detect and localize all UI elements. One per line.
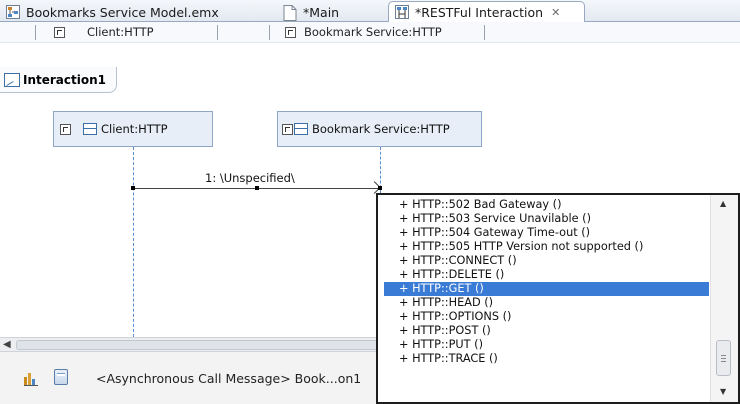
lifeline-header-label: Client:HTTP bbox=[87, 25, 154, 39]
model-icon bbox=[6, 5, 20, 19]
tab-label: *Main bbox=[303, 4, 340, 20]
public-visibility-icon: + bbox=[399, 254, 413, 267]
proposal-item[interactable]: + HTTP::TRACE () bbox=[384, 352, 709, 366]
proposal-item[interactable]: + HTTP::DELETE () bbox=[384, 268, 709, 282]
proposal-item[interactable]: + HTTP::503 Service Unavilable () bbox=[384, 212, 709, 226]
proposal-label: HTTP::HEAD () bbox=[412, 296, 494, 309]
tab-restful-interaction[interactable]: *RESTFul Interaction ✕ bbox=[388, 1, 586, 22]
grip-icon bbox=[721, 355, 726, 362]
public-visibility-icon: + bbox=[399, 352, 413, 365]
vertical-scrollbar[interactable]: ▲ ▼ bbox=[710, 195, 738, 402]
public-visibility-icon: + bbox=[399, 226, 413, 239]
selection-handle[interactable] bbox=[378, 186, 382, 190]
proposal-label: HTTP::505 HTTP Version not supported () bbox=[412, 240, 644, 253]
class-icon bbox=[83, 123, 97, 135]
editor-tab-bar: Bookmarks Service Model.emx *Main *RESTF… bbox=[0, 0, 740, 22]
proposal-label: HTTP::GET () bbox=[412, 282, 484, 295]
content-assist-popup[interactable]: + HTTP::502 Bad Gateway () + HTTP::503 Se… bbox=[376, 193, 740, 404]
proposal-item[interactable]: + HTTP::505 HTTP Version not supported (… bbox=[384, 240, 709, 254]
lifeline-header-client[interactable]: Client:HTTP bbox=[54, 25, 154, 39]
proposal-label: HTTP::PUT () bbox=[412, 338, 483, 351]
collapse-icon[interactable] bbox=[282, 123, 293, 135]
bar-chart-icon[interactable] bbox=[24, 372, 38, 386]
public-visibility-icon: + bbox=[399, 198, 413, 211]
proposal-item[interactable]: + HTTP::CONNECT () bbox=[384, 254, 709, 268]
lifeline-client[interactable]: Client:HTTP bbox=[53, 111, 213, 147]
interaction-frame-label[interactable]: Interaction1 bbox=[0, 67, 117, 93]
proposal-label: HTTP::POST () bbox=[412, 324, 491, 337]
proposal-list[interactable]: + HTTP::502 Bad Gateway () + HTTP::503 Se… bbox=[384, 198, 709, 366]
scroll-down-icon[interactable]: ▼ bbox=[720, 387, 726, 396]
proposal-item[interactable]: + HTTP::PUT () bbox=[384, 338, 709, 352]
public-visibility-icon: + bbox=[399, 212, 413, 225]
collapse-icon[interactable] bbox=[54, 26, 65, 38]
class-icon bbox=[294, 123, 308, 135]
public-visibility-icon: + bbox=[399, 338, 413, 351]
lifeline-bookmark-service[interactable]: Bookmark Service:HTTP bbox=[277, 111, 482, 147]
scroll-left-icon[interactable]: ◀ bbox=[3, 339, 11, 350]
public-visibility-icon: + bbox=[399, 310, 413, 323]
public-visibility-icon: + bbox=[399, 282, 413, 295]
tab-bookmarks-service-model[interactable]: Bookmarks Service Model.emx bbox=[6, 2, 219, 22]
public-visibility-icon: + bbox=[399, 324, 413, 337]
horizontal-scrollbar[interactable]: ◀ bbox=[0, 337, 376, 352]
tab-label: Bookmarks Service Model.emx bbox=[26, 4, 219, 20]
selection-handle[interactable] bbox=[255, 186, 259, 190]
status-bar: <Asynchronous Call Message> Book...on1 bbox=[0, 352, 376, 404]
message-label[interactable]: 1: \Unspecified\ bbox=[205, 171, 295, 185]
public-visibility-icon: + bbox=[399, 268, 413, 281]
proposal-label: HTTP::OPTIONS () bbox=[412, 310, 512, 323]
proposal-item[interactable]: + HTTP::OPTIONS () bbox=[384, 310, 709, 324]
properties-icon[interactable] bbox=[54, 369, 68, 385]
scrollbar-thumb[interactable] bbox=[16, 340, 376, 350]
document-icon bbox=[283, 5, 297, 21]
proposal-label: HTTP::502 Bad Gateway () bbox=[412, 198, 562, 211]
proposal-item[interactable]: + HTTP::GET () bbox=[384, 282, 709, 296]
proposal-label: HTTP::503 Service Unavilable () bbox=[412, 212, 591, 225]
scrollbar-thumb[interactable] bbox=[716, 340, 731, 376]
public-visibility-icon: + bbox=[399, 240, 413, 253]
proposal-item[interactable]: + HTTP::504 Gateway Time-out () bbox=[384, 226, 709, 240]
scroll-up-icon[interactable]: ▲ bbox=[720, 199, 726, 208]
selection-handle[interactable] bbox=[131, 186, 135, 190]
proposal-label: HTTP::DELETE () bbox=[412, 268, 505, 281]
tab-label: *RESTFul Interaction bbox=[415, 4, 544, 20]
lifeline-header-strip: Client:HTTP Bookmark Service:HTTP bbox=[0, 22, 740, 43]
proposal-item[interactable]: + HTTP::HEAD () bbox=[384, 296, 709, 310]
public-visibility-icon: + bbox=[399, 296, 413, 309]
divider bbox=[484, 25, 485, 40]
lifeline-label: Bookmark Service:HTTP bbox=[312, 122, 450, 136]
lifeline-label: Client:HTTP bbox=[101, 122, 168, 136]
proposal-item[interactable]: + HTTP::POST () bbox=[384, 324, 709, 338]
divider bbox=[269, 25, 270, 40]
close-icon[interactable]: ✕ bbox=[551, 6, 560, 19]
proposal-label: HTTP::TRACE () bbox=[412, 352, 498, 365]
proposal-item[interactable]: + HTTP::502 Bad Gateway () bbox=[384, 198, 709, 212]
proposal-label: HTTP::CONNECT () bbox=[412, 254, 517, 267]
lifeline-header-label: Bookmark Service:HTTP bbox=[304, 25, 442, 39]
collapse-icon[interactable] bbox=[60, 123, 71, 135]
divider bbox=[217, 25, 218, 40]
status-text: <Asynchronous Call Message> Book...on1 bbox=[96, 371, 362, 386]
lifeline-client-line bbox=[133, 147, 134, 337]
lifeline-header-bookmark-service[interactable]: Bookmark Service:HTTP bbox=[285, 25, 442, 39]
interaction-frame-icon bbox=[4, 72, 20, 87]
proposal-label: HTTP::504 Gateway Time-out () bbox=[412, 226, 591, 239]
tab-main[interactable]: *Main bbox=[283, 2, 339, 22]
interaction-name: Interaction1 bbox=[23, 72, 106, 87]
collapse-icon[interactable] bbox=[285, 26, 296, 38]
divider bbox=[35, 25, 36, 40]
interaction-diagram-icon bbox=[395, 5, 409, 19]
